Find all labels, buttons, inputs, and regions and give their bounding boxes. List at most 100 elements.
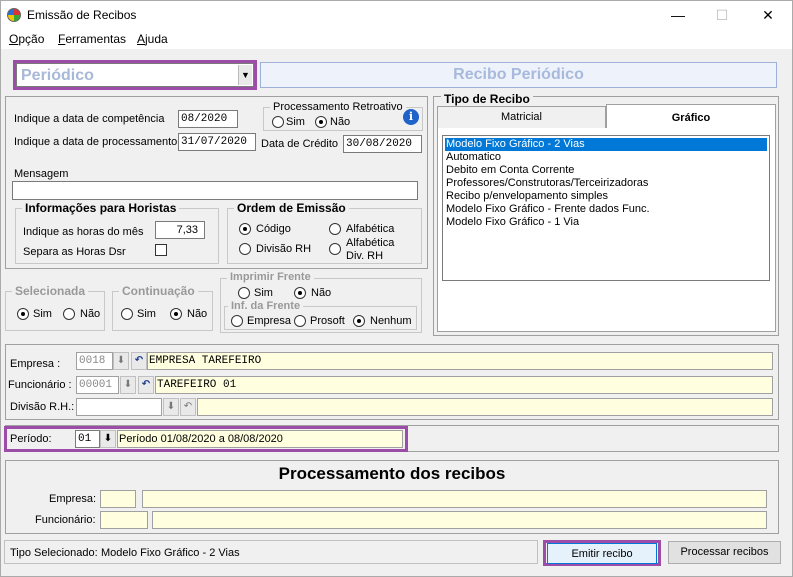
list-item[interactable]: Recibo p/envelopamento simples (445, 190, 608, 203)
proc-empresa-name (142, 490, 767, 508)
imprimir-frente-sim-radio[interactable] (238, 287, 250, 299)
empresa-code-input[interactable]: 0018 (76, 352, 113, 370)
ordem-divisao-radio[interactable] (239, 243, 251, 255)
continuacao-sim-label: Sim (137, 308, 156, 320)
emitir-recibo-button[interactable]: Emitir recibo (547, 543, 657, 564)
retroativo-nao-radio[interactable] (315, 116, 327, 128)
ordem-divisao-label: Divisão RH (256, 243, 312, 255)
maximize-button[interactable]: ☐ (699, 1, 745, 29)
download-icon[interactable]: ⬇ (163, 398, 179, 416)
dsr-checkbox[interactable] (155, 244, 167, 256)
continuacao-title: Continuação (119, 284, 198, 298)
competencia-label: Indique a data de competência (14, 113, 165, 125)
title-bar: Emissão de Recibos — ☐ ✕ (1, 1, 792, 29)
periodo-label: Período: (10, 433, 52, 445)
status-value: Modelo Fixo Gráfico - 2 Vias (101, 547, 240, 559)
ordem-alfabetica-label: Alfabética (346, 223, 395, 235)
continuacao-sim-radio[interactable] (121, 308, 133, 320)
inf-nenhum-radio[interactable] (353, 315, 365, 327)
menu-ferramentas[interactable]: Ferramentas (58, 32, 126, 46)
continuacao-nao-radio[interactable] (170, 308, 182, 320)
info-icon[interactable]: i (403, 109, 419, 125)
close-button[interactable]: ✕ (745, 1, 791, 29)
menu-bar: Opção Ferramentas Ajuda (1, 29, 792, 49)
status-bar: Tipo Selecionado: Modelo Fixo Gráfico - … (4, 540, 538, 564)
continuacao-nao-label: Não (187, 308, 208, 320)
processar-recibos-button[interactable]: Processar recibos (668, 541, 781, 564)
mensagem-label: Mensagem (14, 168, 69, 180)
selecionada-sim-label: Sim (33, 308, 52, 320)
horas-input[interactable]: 7,33 (155, 221, 205, 239)
ordem-alfabetica-div-label-2: Div. RH (346, 250, 384, 262)
inf-prosoft-label: Prosoft (310, 315, 345, 327)
processamento-title: Processamento dos recibos (278, 464, 506, 483)
selecionada-title: Selecionada (12, 284, 89, 298)
horistas-title: Informações para Horistas (22, 201, 180, 215)
list-item[interactable]: Modelo Fixo Gráfico - Frente dados Func. (445, 203, 650, 216)
divisao-label: Divisão R.H.: (10, 401, 75, 413)
retroativo-nao-label: Não (330, 116, 351, 128)
inf-nenhum-label: Nenhum (370, 315, 412, 327)
list-item[interactable]: Professores/Construtoras/Terceirizadoras (445, 177, 648, 190)
selecionada-nao-radio[interactable] (63, 308, 75, 320)
window-title: Emissão de Recibos (27, 8, 137, 22)
type-select-value: Periódico (21, 67, 94, 84)
list-item[interactable]: Modelo Fixo Gráfico - 1 Via (445, 216, 579, 229)
selecionada-sim-radio[interactable] (17, 308, 29, 320)
tipo-recibo-title: Tipo de Recibo (441, 92, 533, 106)
funcionario-label: Funcionário : (8, 379, 72, 391)
download-icon[interactable]: ⬇ (100, 430, 116, 448)
minimize-button[interactable]: — (655, 1, 701, 29)
undo-icon[interactable]: ↶ (180, 398, 196, 416)
chevron-down-icon[interactable]: ▼ (238, 65, 252, 85)
processamento-input[interactable]: 31/07/2020 (178, 133, 256, 151)
competencia-input[interactable]: 08/2020 (178, 110, 238, 128)
tab-matricial[interactable]: Matricial (437, 106, 606, 128)
ordem-codigo-label: Código (256, 223, 291, 235)
proc-empresa-label: Empresa: (49, 493, 97, 505)
tipo-recibo-list[interactable]: Modelo Fixo Gráfico - 2 Vias Automatico … (442, 135, 770, 281)
processamento-label: Indique a data de processamento (14, 136, 178, 148)
credito-input[interactable]: 30/08/2020 (343, 135, 422, 153)
inf-empresa-radio[interactable] (231, 315, 243, 327)
retroativo-title: Processamento Retroativo (270, 101, 406, 113)
menu-opcao[interactable]: Opção (9, 32, 44, 46)
periodo-description: Período 01/08/2020 a 08/08/2020 (117, 430, 403, 448)
ordem-title: Ordem de Emissão (234, 201, 349, 215)
imprimir-frente-sim-label: Sim (254, 287, 273, 299)
funcionario-code-input[interactable]: 00001 (76, 376, 119, 394)
list-item[interactable]: Automatico (445, 151, 501, 164)
divisao-code-input[interactable] (76, 398, 162, 416)
credito-label: Data de Crédito (261, 138, 339, 150)
undo-icon[interactable]: ↶ (131, 352, 147, 370)
mensagem-input[interactable] (12, 181, 418, 200)
retroativo-sim-radio[interactable] (272, 116, 284, 128)
list-item[interactable]: Modelo Fixo Gráfico - 2 Vias (445, 138, 767, 151)
empresa-name-field: EMPRESA TAREFEIRO (147, 352, 773, 370)
proc-funcionario-code (100, 511, 148, 529)
funcionario-name-field: TAREFEIRO 01 (155, 376, 773, 394)
ordem-alfabetica-radio[interactable] (329, 223, 341, 235)
imprimir-frente-nao-label: Não (311, 287, 332, 299)
undo-icon[interactable]: ↶ (138, 376, 154, 394)
main-window: Emissão de Recibos — ☐ ✕ Opção Ferrament… (0, 0, 793, 577)
periodo-code-input[interactable]: 01 (75, 430, 100, 448)
ordem-group: Ordem de Emissão (227, 201, 422, 264)
inf-empresa-label: Empresa (247, 315, 292, 327)
imprimir-frente-nao-radio[interactable] (294, 287, 306, 299)
imprimir-frente-title: Imprimir Frente (227, 271, 314, 283)
type-select[interactable]: Periódico ▼ (16, 63, 254, 87)
menu-ajuda[interactable]: Ajuda (137, 32, 168, 46)
ordem-alfabetica-div-radio[interactable] (329, 243, 341, 255)
tab-grafico[interactable]: Gráfico (606, 104, 776, 130)
app-icon (7, 8, 21, 22)
ordem-codigo-radio[interactable] (239, 223, 251, 235)
list-item[interactable]: Debito em Conta Corrente (445, 164, 574, 177)
retroativo-sim-label: Sim (286, 116, 305, 128)
download-icon[interactable]: ⬇ (113, 352, 129, 370)
receipt-type-banner: Recibo Periódico (260, 62, 777, 88)
inf-prosoft-radio[interactable] (294, 315, 306, 327)
dsr-label: Separa as Horas Dsr (23, 246, 126, 258)
ordem-alfabetica-div-label-1: Alfabética (346, 237, 395, 249)
download-icon[interactable]: ⬇ (120, 376, 136, 394)
